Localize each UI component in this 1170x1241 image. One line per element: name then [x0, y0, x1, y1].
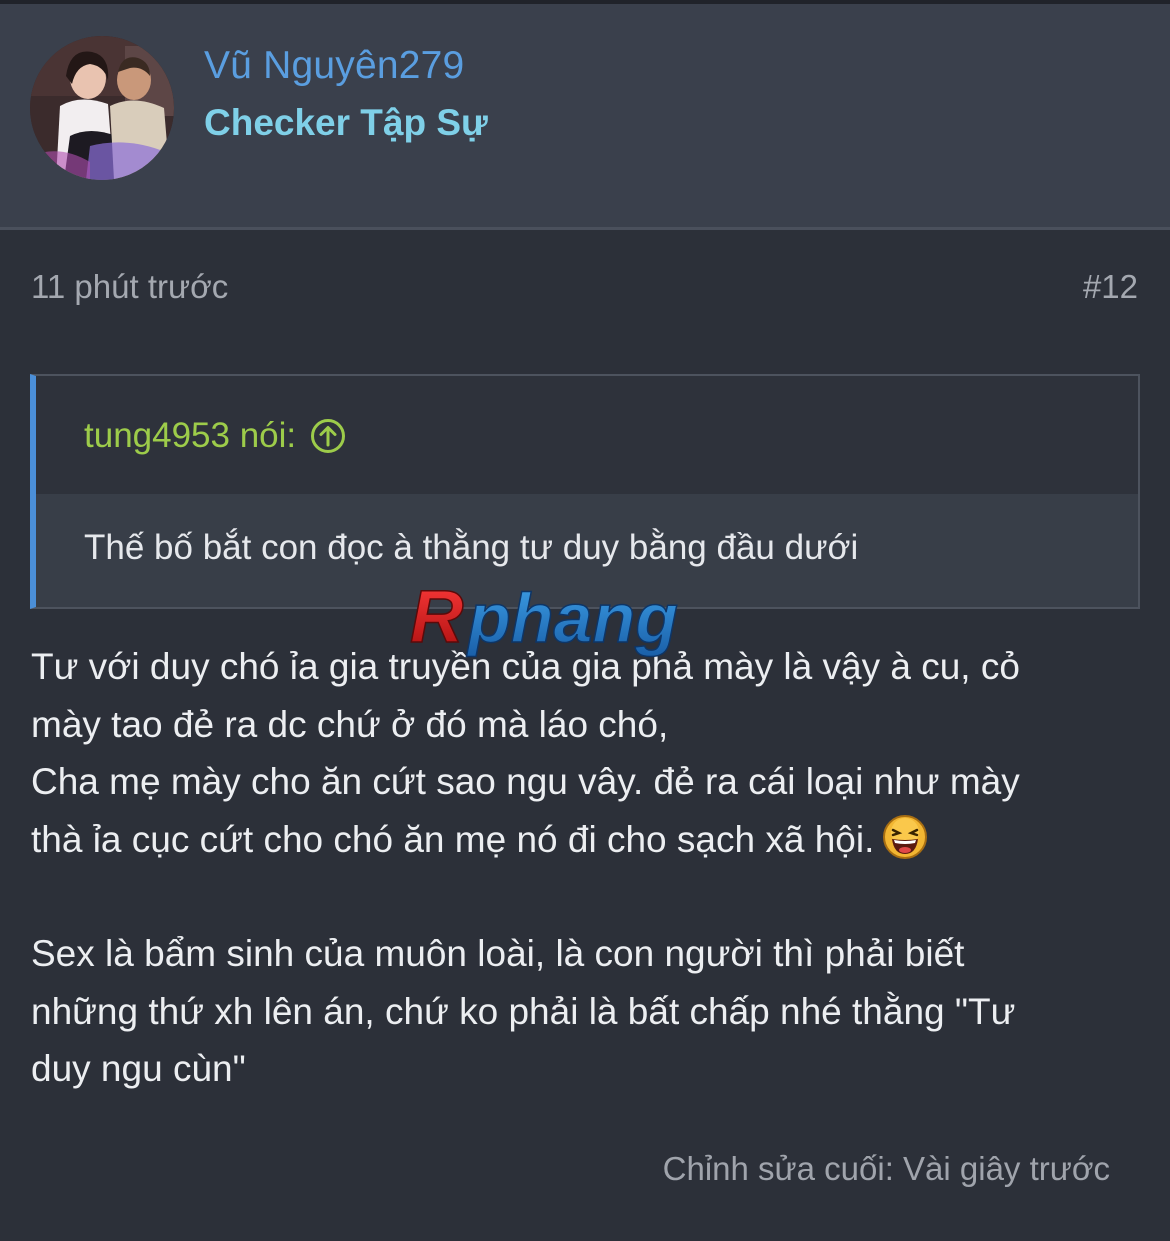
quote-author-row: tung4953 nói:	[84, 416, 346, 456]
quote-author[interactable]: tung4953 nói:	[84, 416, 296, 456]
user-title: Checker Tập Sự	[204, 102, 488, 143]
quote-block: tung4953 nói: Thế bố bắt con đọc à thằng…	[30, 374, 1140, 609]
post-timestamp[interactable]: 11 phút trước	[31, 268, 228, 306]
message-line: mày tao đẻ ra dc chứ ở đó mà láo chó,	[31, 703, 669, 745]
quote-header: tung4953 nói:	[36, 376, 1138, 494]
watermark-logo: R phang	[408, 574, 764, 672]
quote-text: Thế bố bắt con đọc à thằng tư duy bằng đ…	[84, 528, 859, 567]
message-line: thà ỉa cục cứt cho chó ăn mẹ nó đi cho s…	[31, 818, 875, 860]
avatar[interactable]	[30, 36, 174, 180]
watermark-part2: phang	[466, 579, 678, 657]
message-line: duy ngu cùn"	[31, 1048, 246, 1089]
arrow-up-circle-icon[interactable]	[310, 418, 346, 454]
avatar-photo	[30, 36, 174, 180]
post-number[interactable]: #12	[1083, 268, 1138, 306]
post-message: Tư với duy chó ỉa gia truyền của gia phả…	[31, 638, 1141, 1098]
message-line: Cha mẹ mày cho ăn cứt sao ngu vây. đẻ ra…	[31, 761, 1020, 802]
message-line: những thứ xh lên án, chứ ko phải là bất …	[31, 990, 1016, 1032]
laughing-emoji-icon	[882, 814, 928, 860]
message-line: Sex là bẩm sinh của muôn loài, là con ng…	[31, 933, 965, 974]
username[interactable]: Vũ Nguyên279	[204, 44, 464, 88]
watermark-part1: R	[410, 576, 463, 658]
message-line-with-emoji: thà ỉa cục cứt cho chó ăn mẹ nó đi cho s…	[31, 811, 1141, 869]
post-author-header: Vũ Nguyên279 Checker Tập Sự	[0, 4, 1170, 230]
last-edited-note: Chỉnh sửa cuối: Vài giây trước	[662, 1150, 1110, 1187]
